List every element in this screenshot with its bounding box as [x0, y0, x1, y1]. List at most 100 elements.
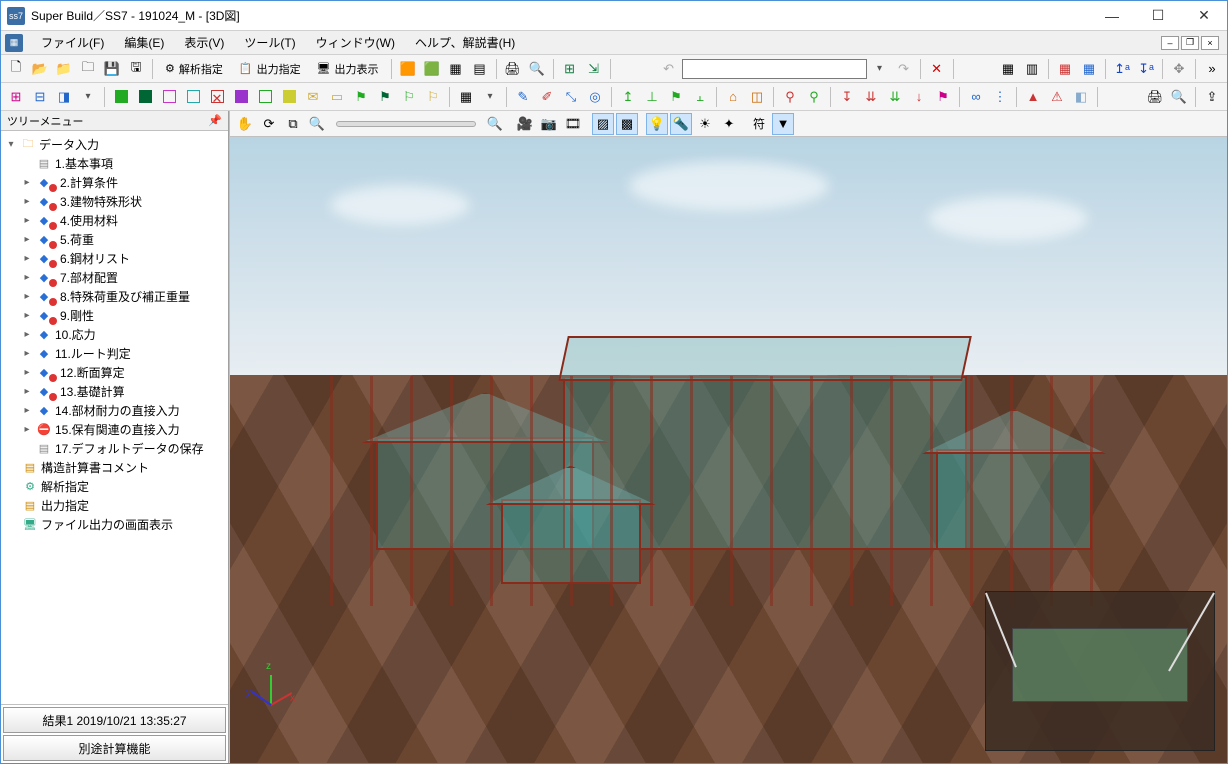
tb4-icon[interactable]: ▤	[469, 58, 491, 80]
tree-item-14[interactable]: ▸◆14.部材耐力の直接入力	[3, 401, 226, 420]
pin-red-icon[interactable]: ⚲	[779, 86, 801, 108]
cube-icon[interactable]: ◧	[1070, 86, 1092, 108]
wand2-icon[interactable]: ✐	[536, 86, 558, 108]
plan-view-icon[interactable]: ⊟	[29, 86, 51, 108]
shape-green-icon[interactable]	[110, 86, 132, 108]
link-icon[interactable]: ∞	[965, 86, 987, 108]
tree-extra-4[interactable]: 🖥ファイル出力の画面表示	[3, 515, 226, 534]
mdi-restore[interactable]: ❐	[1181, 36, 1199, 50]
pin-green-icon[interactable]: ⚲	[803, 86, 825, 108]
tree-item-5[interactable]: ▸◆5.荷重	[3, 230, 226, 249]
print-icon[interactable]: 🖨	[502, 58, 524, 80]
grid2-icon[interactable]: ▥	[1021, 58, 1043, 80]
wand-icon[interactable]: ✎	[512, 86, 534, 108]
light1-icon[interactable]: 💡	[646, 113, 668, 135]
tree-item-6[interactable]: ▸◆6.鋼材リスト	[3, 249, 226, 268]
open2-icon[interactable]: 📁	[53, 58, 75, 80]
print2-icon[interactable]: 🖨	[1144, 86, 1166, 108]
tree-item-15[interactable]: ▸⛔15.保有関連の直接入力	[3, 420, 226, 439]
excel-icon[interactable]: ⊞	[559, 58, 581, 80]
export2-icon[interactable]: ⇪	[1201, 86, 1223, 108]
camera1-icon[interactable]: 🎥	[514, 113, 536, 135]
grid3-icon[interactable]: ▦	[1054, 58, 1076, 80]
texture2-icon[interactable]: ▩	[616, 113, 638, 135]
target-icon[interactable]: ◎	[584, 86, 606, 108]
shape-x-icon[interactable]: ✕	[206, 86, 228, 108]
menu-tool[interactable]: ツール(T)	[234, 32, 305, 53]
tb1-icon[interactable]: 🟧	[397, 58, 419, 80]
tree-item-2[interactable]: ▸◆2.計算条件	[3, 173, 226, 192]
tree-item-7[interactable]: ▸◆7.部材配置	[3, 268, 226, 287]
menu-edit[interactable]: 編集(E)	[114, 32, 174, 53]
tree-item-13[interactable]: ▸◆13.基礎計算	[3, 382, 226, 401]
light2-icon[interactable]: 🔦	[670, 113, 692, 135]
arrows-icon[interactable]: ⤡	[560, 86, 582, 108]
mdi-minimize[interactable]: ‒	[1161, 36, 1179, 50]
filter-icon[interactable]: ▼	[772, 113, 794, 135]
tree-item-10[interactable]: ▸◆10.応力	[3, 325, 226, 344]
grid-view-icon[interactable]: ⊞	[5, 86, 27, 108]
save-icon[interactable]: 💾	[101, 58, 123, 80]
tree-item-4[interactable]: ▸◆4.使用材料	[3, 211, 226, 230]
zoom-icon[interactable]: 🔍	[306, 113, 328, 135]
axis-icon[interactable]: ⊥	[641, 86, 663, 108]
tb3-icon[interactable]: ▦	[445, 58, 467, 80]
annotation-toggle[interactable]: 符	[748, 113, 770, 135]
tree-extra-3[interactable]: ▤出力指定	[3, 496, 226, 515]
overflow-icon[interactable]: »	[1201, 58, 1223, 80]
shape-magenta-icon[interactable]	[158, 86, 180, 108]
result-button[interactable]: 結果1 2019/10/21 13:35:27	[3, 707, 226, 733]
shape-cyan-icon[interactable]	[182, 86, 204, 108]
dropdown2-icon[interactable]: ▾	[77, 86, 99, 108]
command-input[interactable]	[682, 59, 867, 79]
pin-icon[interactable]: 📌	[208, 114, 222, 127]
tree-item-11[interactable]: ▸◆11.ルート判定	[3, 344, 226, 363]
menu-window[interactable]: ウィンドウ(W)	[306, 32, 405, 53]
warn-icon[interactable]: ▲	[1022, 86, 1044, 108]
tree-item-1[interactable]: ▤1.基本事項	[3, 154, 226, 173]
shape-env2-icon[interactable]: ▭	[326, 86, 348, 108]
tree-item-17[interactable]: ▤17.デフォルトデータの保存	[3, 439, 226, 458]
preview-icon[interactable]: 🔍	[526, 58, 548, 80]
shape-purple-icon[interactable]	[230, 86, 252, 108]
extra-calc-button[interactable]: 別途計算機能	[3, 735, 226, 761]
load-down2-icon[interactable]: ⇊	[860, 86, 882, 108]
shape-flag3-icon[interactable]: ⚐	[398, 86, 420, 108]
delete-icon[interactable]: ✕	[926, 58, 948, 80]
new-icon[interactable]: 🗋	[5, 58, 27, 80]
camera2-icon[interactable]: 📷	[538, 113, 560, 135]
camera3-icon[interactable]: 🎞	[562, 113, 584, 135]
load-down-icon[interactable]: ↧	[836, 86, 858, 108]
folder-icon[interactable]: 🗀	[77, 58, 99, 80]
load-down4-icon[interactable]: ↓	[908, 86, 930, 108]
tree-item-9[interactable]: ▸◆9.剛性	[3, 306, 226, 325]
maximize-button[interactable]: ☐	[1135, 1, 1181, 31]
redo-icon[interactable]: ↷	[893, 58, 915, 80]
link2-icon[interactable]: ⋮	[989, 86, 1011, 108]
undo-icon[interactable]: ↶	[658, 58, 680, 80]
flag-green-icon[interactable]: ⚑	[665, 86, 687, 108]
close-button[interactable]: ✕	[1181, 1, 1227, 31]
home-icon[interactable]: ⌂	[722, 86, 744, 108]
shape-outline-icon[interactable]	[254, 86, 276, 108]
menu-file[interactable]: ファイル(F)	[31, 32, 114, 53]
level-icon[interactable]: ⫠	[689, 86, 711, 108]
shape-flag2-icon[interactable]: ⚑	[374, 86, 396, 108]
tree-extra-1[interactable]: ▤構造計算書コメント	[3, 458, 226, 477]
dropdown3-icon[interactable]: ▾	[479, 86, 501, 108]
saveall-icon[interactable]: 🖫	[125, 58, 147, 80]
light4-icon[interactable]: ✦	[718, 113, 740, 135]
output-spec-button[interactable]: 📋出力指定	[232, 58, 308, 80]
sort-desc-icon[interactable]: ↧ᵃ	[1135, 58, 1157, 80]
zoom-slider[interactable]	[336, 121, 476, 127]
tree-root[interactable]: ▾🗀 データ入力	[3, 135, 226, 154]
menu-app-icon[interactable]: ▦	[5, 34, 23, 52]
texture1-icon[interactable]: ▨	[592, 113, 614, 135]
shape-flag-icon[interactable]: ⚑	[350, 86, 372, 108]
zoom2-icon[interactable]: 🔍	[484, 113, 506, 135]
tree-view[interactable]: ▾🗀 データ入力 ▤1.基本事項 ▸◆2.計算条件 ▸◆3.建物特殊形状 ▸◆4…	[1, 131, 228, 704]
light3-icon[interactable]: ☀	[694, 113, 716, 135]
3d-view-icon[interactable]: ◨	[53, 86, 75, 108]
hand-icon[interactable]: ✋	[234, 113, 256, 135]
crop-icon[interactable]: ⧉	[282, 113, 304, 135]
